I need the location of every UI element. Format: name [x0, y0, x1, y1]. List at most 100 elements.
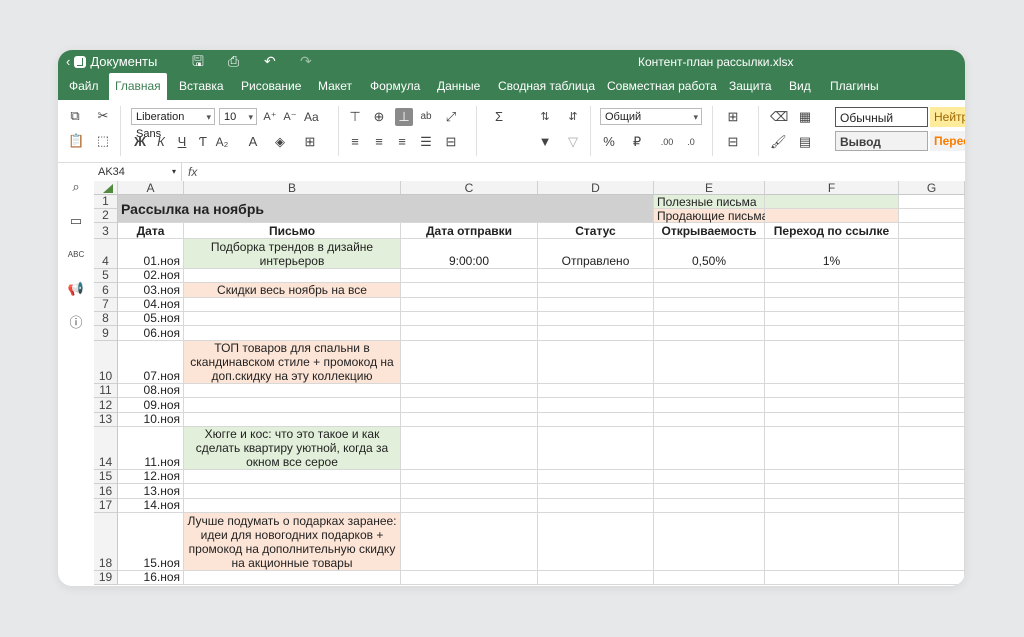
send-time-cell[interactable] [401, 484, 538, 499]
italic-button[interactable]: К [154, 134, 168, 150]
justify-icon[interactable]: ☰ [419, 134, 433, 150]
row-header[interactable]: 9 [94, 326, 118, 341]
subscript-button[interactable]: A₂ [215, 134, 229, 150]
font-size-select[interactable]: 10 ▾ [219, 108, 257, 125]
open-rate-cell[interactable] [654, 326, 765, 341]
align-middle-icon[interactable]: ⊕ [372, 109, 386, 125]
style-neutral[interactable]: Нейтр [930, 107, 965, 127]
row-header[interactable]: 19 [94, 571, 118, 585]
column-header-a[interactable]: A [118, 181, 184, 195]
row-header[interactable]: 5 [94, 269, 118, 283]
print-icon[interactable]: ⎙ [228, 52, 239, 70]
select-all-icon[interactable]: ⬚ [96, 133, 110, 149]
empty-cell-g[interactable] [899, 513, 965, 571]
open-rate-cell[interactable] [654, 384, 765, 398]
spreadsheet-grid[interactable]: A B C D E F G 1 2 3 4 5 6 7 8 9 10 11 12 13 14 15 16 17 18 19 Расс… [94, 181, 965, 586]
empty-cell-g[interactable] [899, 384, 965, 398]
column-header-d[interactable]: D [538, 181, 654, 195]
cell-g1[interactable] [899, 195, 965, 209]
status-cell[interactable] [538, 571, 654, 585]
status-cell[interactable] [538, 413, 654, 427]
row-header[interactable]: 17 [94, 499, 118, 513]
date-cell[interactable]: 01.ноя [118, 239, 184, 269]
letter-cell[interactable]: Подборка трендов в дизайне интерьеров [184, 239, 401, 269]
increase-font-button[interactable]: A⁺ [263, 109, 277, 125]
sort-descending-icon[interactable]: ⇵ [566, 109, 580, 125]
align-bottom-icon[interactable]: ⊥ [395, 108, 413, 126]
empty-cell-g[interactable] [899, 239, 965, 269]
cut-icon[interactable]: ✂ [96, 108, 110, 124]
info-icon[interactable]: ⓘ [67, 314, 85, 332]
date-cell[interactable]: 02.ноя [118, 269, 184, 283]
letter-cell[interactable] [184, 269, 401, 283]
letter-cell[interactable] [184, 298, 401, 312]
name-box[interactable]: AK34 ▾ [94, 163, 182, 181]
open-rate-cell[interactable] [654, 427, 765, 470]
status-cell[interactable] [538, 427, 654, 470]
row-header[interactable]: 4 [94, 239, 118, 269]
underline-button[interactable]: Ч [175, 134, 189, 150]
align-left-icon[interactable]: ≡ [348, 134, 362, 150]
clear-icon[interactable]: ⌫ [770, 109, 788, 125]
copy-icon[interactable]: ⧉ [68, 108, 82, 124]
row-header[interactable]: 13 [94, 413, 118, 427]
send-time-cell[interactable] [401, 499, 538, 513]
strikethrough-button[interactable]: Ƭ [196, 134, 210, 150]
tab-10[interactable]: Вид [783, 73, 817, 100]
header-status[interactable]: Статус [538, 223, 654, 239]
empty-cell-g[interactable] [899, 312, 965, 326]
date-cell[interactable]: 04.ноя [118, 298, 184, 312]
row-header[interactable]: 12 [94, 398, 118, 413]
column-header-f[interactable]: F [765, 181, 899, 195]
letter-cell[interactable] [184, 312, 401, 326]
status-cell[interactable] [538, 298, 654, 312]
sheet-title-cell[interactable]: Рассылка на ноябрь [118, 195, 654, 223]
tab-7[interactable]: Сводная таблица [492, 73, 601, 100]
column-header-g[interactable]: G [899, 181, 965, 195]
change-case-button[interactable]: Aa [304, 109, 319, 125]
legend-useful-cell[interactable]: Полезные письма [654, 195, 765, 209]
send-time-cell[interactable] [401, 470, 538, 484]
click-rate-cell[interactable] [765, 427, 899, 470]
send-time-cell[interactable]: 9:00:00 [401, 239, 538, 269]
open-rate-cell[interactable] [654, 312, 765, 326]
percent-button[interactable]: % [602, 134, 616, 150]
legend-selling-cell[interactable]: Продающие письма [654, 209, 768, 223]
tab-1[interactable]: Главная [109, 73, 167, 100]
status-cell[interactable] [538, 484, 654, 499]
letter-cell[interactable] [184, 384, 401, 398]
empty-cell-g[interactable] [899, 269, 965, 283]
letter-cell[interactable]: Скидки весь ноябрь на все [184, 283, 401, 298]
column-header-e[interactable]: E [654, 181, 765, 195]
decrease-font-button[interactable]: A⁻ [283, 109, 297, 125]
align-center-icon[interactable]: ≡ [372, 134, 386, 150]
empty-cell-g[interactable] [899, 298, 965, 312]
font-name-select[interactable]: Liberation Sans ▾ [131, 108, 215, 140]
format-painter-icon[interactable]: 🖌 [770, 134, 787, 150]
back-to-documents-button[interactable]: ‹ Документы [66, 54, 157, 69]
clear-filter-icon[interactable]: ▽ [566, 134, 580, 150]
letter-cell[interactable]: Хюгге и кос: что это такое и как сделать… [184, 427, 401, 470]
date-cell[interactable]: 13.ноя [118, 484, 184, 499]
date-cell[interactable]: 07.ноя [118, 341, 184, 384]
click-rate-cell[interactable]: 1% [765, 239, 899, 269]
status-cell[interactable] [538, 499, 654, 513]
open-rate-cell[interactable] [654, 283, 765, 298]
click-rate-cell[interactable] [765, 484, 899, 499]
send-time-cell[interactable] [401, 283, 538, 298]
insert-cells-icon[interactable]: ⊞ [726, 109, 740, 125]
status-cell[interactable] [538, 283, 654, 298]
click-rate-cell[interactable] [765, 413, 899, 427]
tab-8[interactable]: Совместная работа [601, 73, 723, 100]
status-cell[interactable] [538, 326, 654, 341]
tab-11[interactable]: Плагины [824, 73, 885, 100]
date-cell[interactable]: 09.ноя [118, 398, 184, 413]
empty-cell-g[interactable] [899, 283, 965, 298]
date-cell[interactable]: 14.ноя [118, 499, 184, 513]
row-header[interactable]: 1 [94, 195, 118, 209]
row-header[interactable]: 8 [94, 312, 118, 326]
row-header[interactable]: 18 [94, 513, 118, 571]
send-time-cell[interactable] [401, 326, 538, 341]
send-time-cell[interactable] [401, 269, 538, 283]
tab-4[interactable]: Макет [312, 73, 358, 100]
